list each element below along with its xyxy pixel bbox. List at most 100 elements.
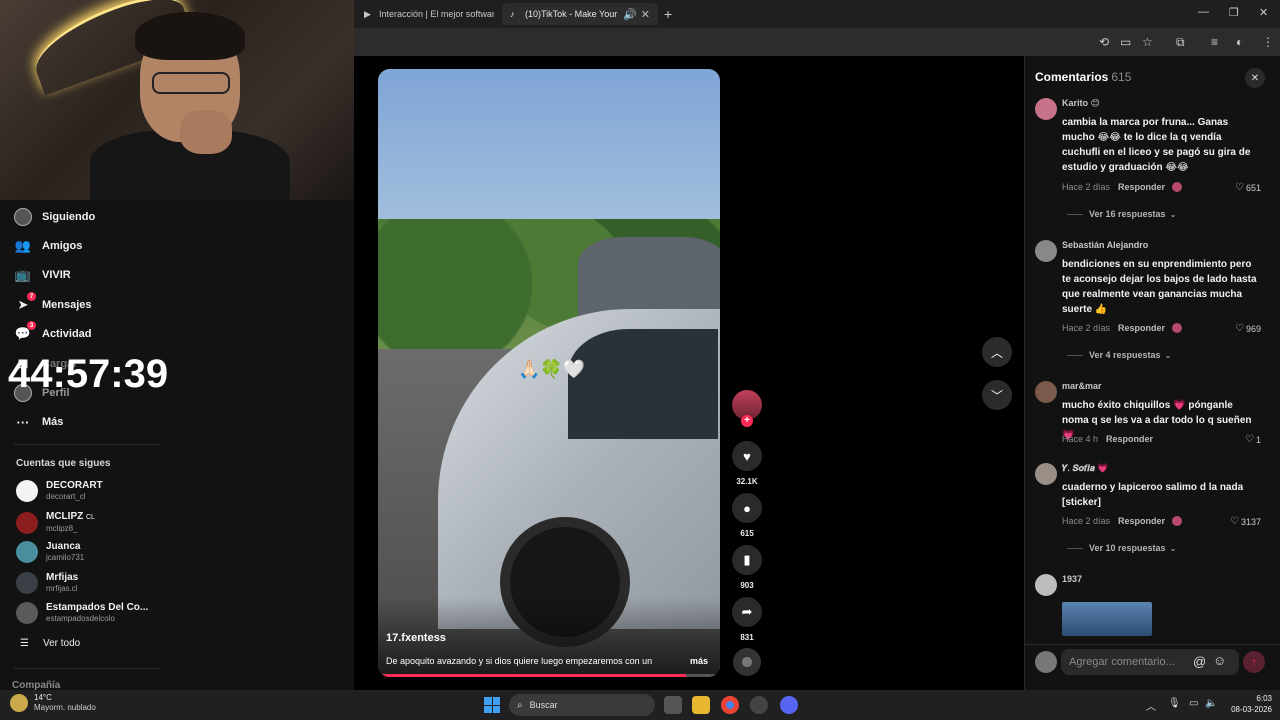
network-icon[interactable]: ▭ bbox=[1189, 698, 1198, 709]
account-name: Estampados Del Co... bbox=[46, 602, 149, 613]
account-name: Mrfijas bbox=[46, 572, 79, 583]
volume-icon[interactable]: 🔈 bbox=[1205, 698, 1217, 709]
save-button[interactable]: ▮ 903 bbox=[732, 545, 762, 590]
avatar bbox=[16, 480, 38, 502]
comment-like-count: 3137 bbox=[1240, 516, 1261, 527]
video-author[interactable]: 17.fxentess bbox=[386, 632, 446, 644]
follow-plus-button[interactable]: + bbox=[741, 415, 753, 427]
music-disc-icon[interactable] bbox=[733, 648, 761, 676]
divider bbox=[14, 444, 160, 445]
account-estampados[interactable]: Estampados Del Co... estampadosdelcolo bbox=[16, 602, 148, 624]
weather-widget[interactable]: 14°C Mayorm. nublado bbox=[10, 693, 96, 713]
comment-author[interactable]: mar&mar bbox=[1062, 381, 1102, 391]
see-all-button[interactable]: ☰ Ver todo bbox=[20, 638, 80, 649]
task-view-icon[interactable] bbox=[664, 696, 682, 714]
next-video-button[interactable]: ﹀ bbox=[982, 380, 1012, 410]
minimize-button[interactable]: — bbox=[1198, 6, 1209, 18]
browser-tab-interaccion[interactable]: ▶ Interacción | El mejor software g bbox=[356, 3, 502, 25]
avatar bbox=[16, 572, 38, 594]
taskbar-clock[interactable]: 6:03 08-03-2026 bbox=[1222, 693, 1272, 715]
avatar[interactable] bbox=[1035, 381, 1057, 403]
new-tab-button[interactable]: + bbox=[664, 6, 672, 22]
bookmark-star-icon[interactable]: ☆ bbox=[1142, 35, 1153, 49]
account-mclipz[interactable]: MCLIPZ CL mclipz8_ bbox=[16, 511, 95, 534]
close-tab-icon[interactable]: ✕ bbox=[641, 8, 650, 21]
comment-like-button[interactable]: ♡ 1 bbox=[1245, 434, 1261, 445]
video-player[interactable]: 🙏🏻🍀🤍 17.fxentess De apoquito avazando y … bbox=[378, 69, 720, 677]
reply-button[interactable]: Responder bbox=[1106, 434, 1153, 444]
comment-like-count: 651 bbox=[1245, 182, 1261, 193]
sidebar-item-following[interactable]: Siguiendo bbox=[14, 208, 95, 226]
reply-button[interactable]: Responder bbox=[1118, 182, 1165, 192]
chrome-icon[interactable] bbox=[721, 696, 739, 714]
translate-icon[interactable]: ⟲ bbox=[1099, 35, 1109, 49]
chevron-down-icon: ⌄ bbox=[1164, 350, 1172, 360]
avatar[interactable] bbox=[1035, 240, 1057, 262]
comment-author[interactable]: 1937 bbox=[1062, 574, 1082, 584]
mention-icon[interactable]: @ bbox=[1193, 654, 1206, 669]
account-mrfijas[interactable]: Mrfijas mrfijas.cl bbox=[16, 572, 78, 594]
comment-author[interactable]: Sebastián Alejandro bbox=[1062, 240, 1148, 250]
view-replies-button[interactable]: Ver 16 respuestas ⌄ bbox=[1067, 209, 1176, 219]
comment-like-button[interactable]: ♡ 651 bbox=[1235, 182, 1261, 193]
obs-icon[interactable] bbox=[750, 696, 768, 714]
sidebar-item-more[interactable]: ··· Más bbox=[14, 413, 64, 431]
discord-icon[interactable] bbox=[780, 696, 798, 714]
close-comments-button[interactable]: ✕ bbox=[1245, 68, 1265, 88]
heart-outline-icon: ♡ bbox=[1245, 434, 1254, 445]
sidebar-item-friends[interactable]: 👥 Amigos bbox=[14, 237, 82, 255]
reply-button[interactable]: Responder bbox=[1118, 516, 1165, 526]
sidebar-item-label: Actividad bbox=[42, 328, 92, 340]
account-juanca[interactable]: Juanca jcamilo731 bbox=[16, 541, 84, 563]
comment-author[interactable]: Karito 😊 bbox=[1062, 98, 1100, 109]
chevron-down-icon: ⌄ bbox=[1169, 209, 1177, 219]
view-replies-button[interactable]: Ver 10 respuestas ⌄ bbox=[1067, 543, 1176, 553]
my-avatar bbox=[1035, 651, 1057, 673]
comment-like-button[interactable]: ♡ 969 bbox=[1235, 323, 1261, 334]
left-sidebar: Siguiendo 👥 Amigos 📺 VIVIR ➤ 7 Mensajes 💬… bbox=[0, 200, 354, 691]
extensions-icon[interactable]: ⧉ bbox=[1176, 35, 1185, 50]
tray-chevron-icon[interactable]: ︿ bbox=[1146, 698, 1156, 713]
reply-button[interactable]: Responder bbox=[1118, 323, 1165, 333]
caption-more-button[interactable]: más bbox=[690, 656, 708, 666]
view-replies-button[interactable]: Ver 4 respuestas ⌄ bbox=[1067, 350, 1171, 360]
microphone-icon[interactable]: 🎙 bbox=[1168, 698, 1181, 709]
comment-author[interactable]: 𝒀. 𝑺𝒐𝒇𝒊𝒂 💗 bbox=[1062, 463, 1108, 474]
profile-icon[interactable]: ◐ bbox=[1236, 35, 1243, 49]
sidebar-item-activity[interactable]: 💬 3 Actividad bbox=[14, 321, 92, 343]
avatar[interactable] bbox=[1035, 98, 1057, 120]
avatar bbox=[16, 511, 38, 534]
search-icon: ⌕ bbox=[517, 699, 523, 711]
speaker-icon[interactable]: 🔊 bbox=[623, 8, 637, 21]
avatar[interactable] bbox=[1035, 574, 1057, 596]
share-button[interactable]: ➦ 831 bbox=[732, 597, 762, 642]
restore-button[interactable]: ❐ bbox=[1229, 6, 1239, 19]
media-icon[interactable]: ≡ bbox=[1211, 35, 1218, 49]
taskbar-search[interactable]: ⌕ Buscar bbox=[509, 694, 655, 716]
messages-icon: ➤ 7 bbox=[14, 292, 36, 314]
activity-icon: 💬 3 bbox=[14, 321, 36, 343]
account-country: CL bbox=[86, 514, 95, 521]
send-comment-button[interactable]: ↑ bbox=[1243, 651, 1265, 673]
close-window-button[interactable]: ✕ bbox=[1259, 6, 1268, 19]
comment-like-button[interactable]: ♡ 3137 bbox=[1230, 516, 1261, 527]
see-all-label: Ver todo bbox=[42, 638, 81, 649]
comment-text: cuaderno y lapiceroo salimo d la nada [s… bbox=[1062, 482, 1244, 508]
menu-icon[interactable]: ⋮ bbox=[1262, 35, 1274, 49]
comment-meta: Hace 4 h Responder bbox=[1062, 434, 1153, 444]
tiktok-icon: ♪ bbox=[510, 9, 515, 19]
browser-tab-tiktok[interactable]: ♪ (10)TikTok - Make Your Day 🔊 ✕ bbox=[502, 3, 658, 25]
windows-start-icon[interactable] bbox=[484, 697, 500, 713]
comment-meta: Hace 2 días Responder bbox=[1062, 323, 1183, 333]
comment-button[interactable]: ● 615 bbox=[732, 493, 762, 538]
avatar[interactable] bbox=[1035, 463, 1057, 485]
emoji-icon[interactable]: ☺ bbox=[1213, 653, 1226, 668]
previous-video-button[interactable]: ︿ bbox=[982, 337, 1012, 367]
account-decorart[interactable]: DECORART decorart_cl bbox=[16, 480, 103, 502]
live-tv-icon: 📺 bbox=[14, 267, 32, 282]
cast-icon[interactable]: ▭ bbox=[1120, 35, 1131, 49]
sidebar-item-messages[interactable]: ➤ 7 Mensajes bbox=[14, 292, 92, 314]
file-explorer-icon[interactable] bbox=[692, 696, 710, 714]
sidebar-item-live[interactable]: 📺 VIVIR bbox=[14, 266, 71, 284]
like-button[interactable]: ♥ 32.1K bbox=[732, 441, 762, 486]
